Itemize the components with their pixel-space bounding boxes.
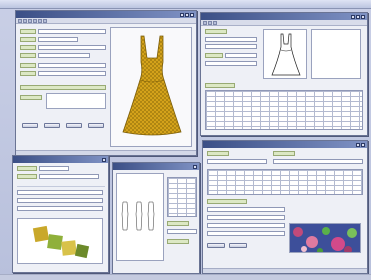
flat-sketch-front[interactable] (263, 29, 307, 79)
fabric-window-titlebar[interactable] (203, 141, 367, 148)
window-close-icon[interactable] (193, 164, 197, 169)
form-label (17, 166, 37, 171)
form-field[interactable] (207, 207, 285, 212)
toolbar-icon[interactable] (38, 18, 42, 23)
divider (17, 186, 105, 187)
toolbar-icon[interactable] (208, 20, 212, 25)
design-toolbar (16, 18, 196, 24)
window-minimize-icon[interactable] (351, 14, 355, 19)
sketch-window[interactable] (112, 162, 200, 274)
form-label (167, 221, 189, 226)
spec-window[interactable] (200, 12, 368, 136)
fabric-window[interactable] (202, 140, 368, 274)
table-header-label (205, 83, 235, 88)
window-close-icon[interactable] (361, 14, 365, 19)
desktop (0, 0, 371, 280)
form-field[interactable] (207, 159, 267, 164)
swatch-window[interactable] (12, 155, 109, 273)
spec-window-titlebar[interactable] (201, 13, 367, 20)
form-field[interactable] (17, 190, 103, 195)
form-label (207, 151, 229, 156)
toolbar-icon[interactable] (23, 18, 27, 23)
form-label (273, 151, 295, 156)
form-label (20, 29, 36, 34)
form-label (205, 53, 223, 58)
form-field[interactable] (205, 61, 257, 66)
window-close-icon[interactable] (361, 142, 365, 147)
flat-sketch-back[interactable] (311, 29, 361, 79)
form-field[interactable] (39, 166, 69, 171)
trim-list[interactable] (167, 177, 197, 217)
measurement-table[interactable] (205, 90, 363, 130)
form-field[interactable] (17, 198, 103, 203)
form-field[interactable] (207, 215, 285, 220)
floral-print-image (290, 224, 360, 252)
spec-toolbar (201, 20, 367, 26)
form-field[interactable] (273, 159, 363, 164)
print-preview[interactable] (289, 223, 361, 253)
dress-illustration (122, 35, 182, 136)
sketch-window-titlebar[interactable] (113, 163, 199, 170)
technical-sketch (121, 201, 155, 231)
garment-canvas[interactable] (110, 27, 192, 147)
form-field[interactable] (225, 53, 257, 58)
swatch-preview[interactable] (17, 218, 103, 264)
toolbar-icon[interactable] (28, 18, 32, 23)
form-field[interactable] (38, 71, 106, 76)
form-field[interactable] (205, 44, 257, 49)
fabric-table[interactable] (207, 169, 363, 195)
form-field[interactable] (38, 29, 106, 34)
form-field[interactable] (38, 37, 78, 42)
form-label (20, 53, 36, 58)
window-maximize-icon[interactable] (185, 12, 189, 17)
option-button[interactable] (207, 243, 225, 248)
fabric-swatches (32, 225, 90, 259)
technical-sketch-canvas[interactable] (116, 173, 164, 261)
form-label (20, 95, 42, 100)
form-field[interactable] (207, 231, 285, 236)
toolbar-icon[interactable] (18, 18, 22, 23)
form-label (20, 37, 36, 42)
form-field[interactable] (205, 37, 257, 42)
form-label (20, 63, 36, 68)
option-button[interactable] (22, 123, 38, 128)
form-label (20, 71, 36, 76)
form-label (167, 239, 189, 244)
dress-flat-sketch (271, 33, 301, 76)
application-menubar (0, 0, 371, 9)
window-close-icon[interactable] (102, 157, 106, 162)
form-field[interactable] (17, 206, 103, 211)
form-label (205, 29, 227, 34)
section-label (20, 85, 106, 90)
form-field[interactable] (38, 53, 90, 58)
form-field[interactable] (38, 45, 106, 50)
option-button[interactable] (88, 123, 104, 128)
toolbar-icon[interactable] (33, 18, 37, 23)
section-label (207, 199, 247, 204)
swatch-window-titlebar[interactable] (13, 156, 108, 163)
window-minimize-icon[interactable] (356, 142, 360, 147)
notes-area[interactable] (46, 93, 106, 109)
form-label (20, 45, 36, 50)
taskbar (0, 274, 371, 280)
option-button[interactable] (44, 123, 60, 128)
design-window-titlebar[interactable] (16, 11, 196, 18)
form-field[interactable] (207, 223, 285, 228)
form-field[interactable] (39, 174, 99, 179)
toolbar-icon[interactable] (43, 18, 47, 23)
toolbar-icon[interactable] (203, 20, 207, 25)
window-close-icon[interactable] (190, 12, 194, 17)
fabric-statusbar (203, 268, 367, 273)
window-maximize-icon[interactable] (356, 14, 360, 19)
form-field[interactable] (38, 63, 106, 68)
form-label (17, 174, 37, 179)
option-button[interactable] (66, 123, 82, 128)
toolbar-icon[interactable] (213, 20, 217, 25)
window-minimize-icon[interactable] (180, 12, 184, 17)
design-window[interactable] (15, 10, 197, 156)
option-button[interactable] (229, 243, 247, 248)
form-field[interactable] (167, 229, 197, 234)
